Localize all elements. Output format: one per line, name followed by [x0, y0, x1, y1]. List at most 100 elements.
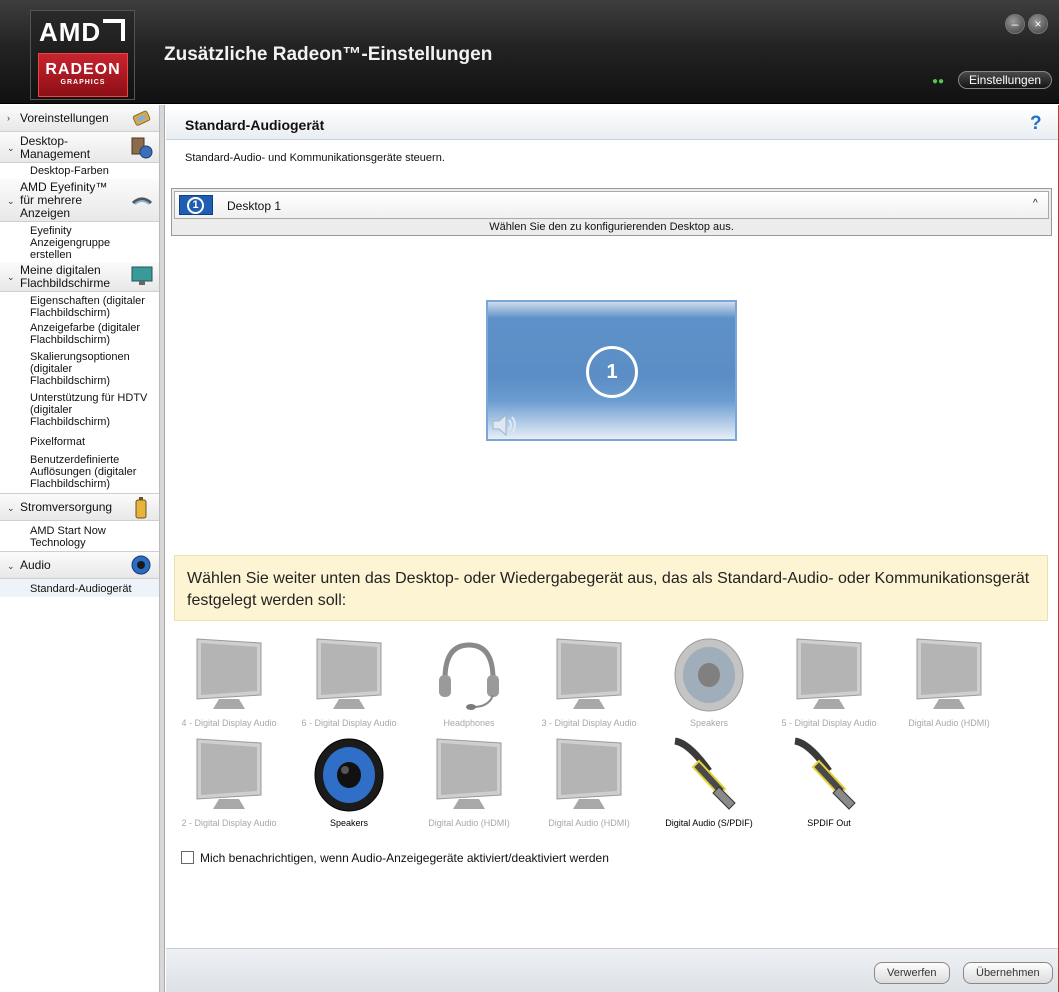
status-led-icon: ●● — [932, 76, 945, 87]
page-description: Standard-Audio- und Kommunikationsgeräte… — [185, 152, 445, 164]
device-4-digital-display-audio[interactable]: 4 - Digital Display Audio — [169, 637, 289, 737]
monitor-icon — [909, 637, 989, 715]
page-header: Standard-Audiogerät ? — [166, 110, 1058, 140]
sidebar-item-label: AMD Start Now Technology — [30, 525, 106, 549]
optical-cable-icon — [789, 737, 869, 815]
page-title: Standard-Audiogerät — [185, 117, 325, 133]
desktop-selector[interactable]: 1 Desktop 1 ^ Wählen Sie den zu konfigur… — [171, 188, 1052, 236]
device-label: Digital Audio (HDMI) — [908, 718, 990, 728]
sidebar-item-standard-audiogeraet[interactable]: Standard-Audiogerät — [0, 579, 159, 597]
sidebar-item-eigenschaften[interactable]: Eigenschaften (digitaler Flachbildschirm… — [0, 292, 159, 322]
device-digital-audio-spdif[interactable]: Digital Audio (S/PDIF) — [649, 737, 769, 837]
sidebar-item-benutzerdefinierte-aufloesungen[interactable]: Benutzerdefinierte Auflösungen (digitale… — [0, 451, 159, 493]
apply-button[interactable]: Übernehmen — [963, 962, 1053, 984]
sidebar-item-eyefinity-gruppe[interactable]: Eyefinity Anzeigengruppe erstellen — [0, 222, 159, 262]
sidebar-section-label: Audio — [20, 558, 51, 572]
monitor-icon — [189, 737, 269, 815]
chevron-right-icon: › — [7, 113, 10, 123]
device-2-digital-display-audio[interactable]: 2 - Digital Display Audio — [169, 737, 289, 837]
device-digital-audio-hdmi-1[interactable]: Digital Audio (HDMI) — [889, 637, 1009, 737]
chevron-up-icon[interactable]: ^ — [1033, 198, 1038, 209]
sidebar-item-desktop-farben[interactable]: Desktop-Farben — [0, 163, 159, 179]
sidebar: › Voreinstellungen ⌄ Desktop- Management… — [0, 105, 160, 992]
sidebar-section-label: Desktop- Management — [20, 134, 91, 161]
device-speakers-active[interactable]: Speakers — [289, 737, 409, 837]
sidebar-item-label: Anzeigefarbe (digitaler Flachbildschirm) — [30, 322, 141, 346]
device-speakers-inactive[interactable]: Speakers — [649, 637, 769, 737]
monitor-icon — [789, 637, 869, 715]
close-button[interactable]: × — [1028, 14, 1048, 34]
sidebar-item-hdtv[interactable]: Unterstützung für HDTV (digitaler Flachb… — [0, 392, 159, 433]
chevron-down-icon: ⌄ — [7, 196, 15, 206]
minimize-button[interactable]: – — [1005, 14, 1025, 34]
device-label: Digital Audio (S/PDIF) — [665, 818, 753, 828]
sidebar-item-label: Pixelformat — [30, 436, 86, 448]
discard-button[interactable]: Verwerfen — [874, 962, 950, 984]
sidebar-section-label: Stromversorgung — [20, 500, 113, 514]
device-label: Digital Audio (HDMI) — [428, 818, 510, 828]
radeon-badge: RADEON GRAPHICS — [38, 53, 128, 97]
sidebar-item-label: Unterstützung für HDTV (digitaler Flachb… — [30, 392, 148, 428]
sidebar-section-desktop-management[interactable]: ⌄ Desktop- Management — [0, 132, 159, 163]
device-5-digital-display-audio[interactable]: 5 - Digital Display Audio — [769, 637, 889, 737]
desktop-tile[interactable]: 1 — [486, 300, 737, 441]
device-label: 4 - Digital Display Audio — [181, 718, 277, 728]
headphones-icon — [429, 637, 509, 715]
notify-checkbox[interactable] — [181, 851, 194, 864]
sidebar-section-label: Meine digitalen Flachbildschirme — [20, 263, 111, 290]
speaker-volume-icon — [490, 410, 520, 440]
device-label: Speakers — [689, 718, 729, 728]
sidebar-item-label: Skalierungsoptionen (digitaler Flachbild… — [30, 351, 130, 387]
monitor-gear-icon — [131, 137, 153, 159]
desktop-number-badge: 1 — [179, 195, 213, 215]
device-headphones[interactable]: Headphones — [409, 637, 529, 737]
sidebar-splitter[interactable] — [160, 105, 165, 992]
desktop-number: 1 — [187, 197, 204, 214]
title-bar: AMD RADEON GRAPHICS Zusätzliche Radeon™-… — [0, 0, 1059, 104]
sidebar-item-label: Eigenschaften (digitaler Flachbildschirm… — [30, 295, 145, 319]
device-digital-audio-hdmi-3[interactable]: Digital Audio (HDMI) — [529, 737, 649, 837]
sidebar-section-flachbildschirme[interactable]: ⌄ Meine digitalen Flachbildschirme — [0, 262, 159, 292]
sidebar-item-pixelformat[interactable]: Pixelformat — [0, 433, 159, 451]
wrench-icon — [132, 108, 152, 128]
sidebar-section-eyefinity[interactable]: ⌄ AMD Eyefinity™ für mehrere Anzeigen — [0, 179, 159, 222]
sidebar-item-label: Desktop-Farben — [30, 165, 109, 177]
footer-bar: Verwerfen Übernehmen — [166, 948, 1058, 992]
monitor-icon — [549, 637, 629, 715]
graphics-text: GRAPHICS — [60, 79, 106, 86]
app-title: Zusätzliche Radeon™-Einstellungen — [164, 44, 493, 65]
help-icon[interactable]: ? — [1030, 113, 1042, 135]
settings-button[interactable]: Einstellungen — [958, 71, 1053, 89]
sidebar-item-label: Benutzerdefinierte Auflösungen (digitale… — [30, 454, 137, 490]
device-digital-audio-hdmi-2[interactable]: Digital Audio (HDMI) — [409, 737, 529, 837]
device-label: Digital Audio (HDMI) — [548, 818, 630, 828]
desktop-tile-number: 1 — [586, 346, 638, 398]
notify-label: Mich benachrichtigen, wenn Audio-Anzeige… — [200, 851, 609, 865]
device-6-digital-display-audio[interactable]: 6 - Digital Display Audio — [289, 637, 409, 737]
notify-option[interactable]: Mich benachrichtigen, wenn Audio-Anzeige… — [181, 851, 609, 865]
chevron-down-icon: ⌄ — [7, 503, 15, 513]
device-label: 5 - Digital Display Audio — [781, 718, 877, 728]
sidebar-section-stromversorgung[interactable]: ⌄ Stromversorgung — [0, 493, 159, 521]
sidebar-item-label: Standard-Audiogerät — [30, 583, 132, 595]
chevron-down-icon: ⌄ — [7, 143, 15, 153]
device-spdif-out[interactable]: SPDIF Out — [769, 737, 889, 837]
sidebar-item-anzeigefarbe[interactable]: Anzeigefarbe (digitaler Flachbildschirm) — [0, 322, 159, 351]
sidebar-section-label: Voreinstellungen — [20, 111, 109, 125]
sidebar-section-label: AMD Eyefinity™ für mehrere Anzeigen — [20, 180, 108, 220]
main-content: Standard-Audiogerät ? Standard-Audio- un… — [166, 105, 1059, 992]
monitor-icon — [429, 737, 509, 815]
speaker-icon — [669, 637, 749, 715]
desktop-dropdown[interactable]: 1 Desktop 1 ^ — [174, 191, 1049, 219]
device-3-digital-display-audio[interactable]: 3 - Digital Display Audio — [529, 637, 649, 737]
chevron-down-icon: ⌄ — [7, 272, 15, 282]
sidebar-section-voreinstellungen[interactable]: › Voreinstellungen — [0, 105, 159, 132]
sidebar-item-amd-start-now[interactable]: AMD Start Now Technology — [0, 521, 159, 551]
speaker-icon — [309, 737, 389, 815]
amd-brand: AMD — [39, 17, 102, 47]
sidebar-item-skalierungsoptionen[interactable]: Skalierungsoptionen (digitaler Flachbild… — [0, 351, 159, 392]
minimize-icon: – — [1011, 17, 1019, 31]
optical-cable-icon — [669, 737, 749, 815]
sidebar-section-audio[interactable]: ⌄ Audio — [0, 551, 159, 579]
monitor-icon — [309, 637, 389, 715]
